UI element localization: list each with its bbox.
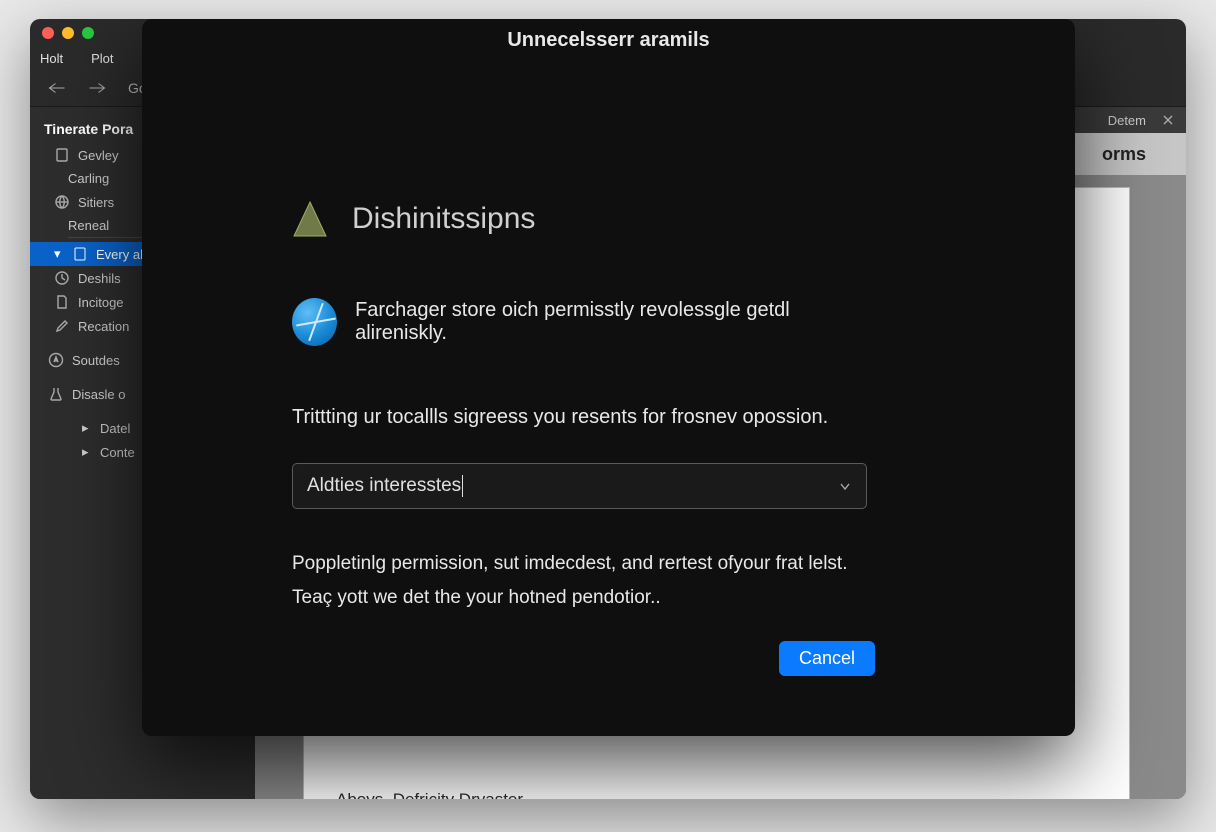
cancel-button[interactable]: Cancel bbox=[779, 641, 875, 676]
dialog-title: Unnecelsserr aramils bbox=[142, 19, 1075, 60]
permissions-dialog: Unnecelsserr aramils Dishinitssipns Farc… bbox=[142, 19, 1075, 736]
dialog-instruction: Trittting ur tocallls sigreess you resen… bbox=[292, 406, 855, 429]
dialog-heading-text: Dishinitssipns bbox=[352, 202, 535, 236]
combobox-chevron bbox=[838, 479, 852, 493]
warning-triangle-icon bbox=[292, 200, 328, 238]
dialog-paragraph-1: Poppletinlg permission, sut imdecdest, a… bbox=[292, 549, 855, 579]
dialog-body: Dishinitssipns Farchager store oich perm… bbox=[142, 60, 1075, 641]
dialog-store-row: Farchager store oich permisstly revoless… bbox=[292, 298, 855, 346]
combobox-value: Aldties interesstes bbox=[307, 475, 463, 497]
dialog-store-text: Farchager store oich permisstly revoless… bbox=[355, 299, 855, 345]
interests-combobox[interactable]: Aldties interesstes bbox=[292, 463, 867, 509]
dialog-paragraph-2: Teaç yott we det the your hotned pendoti… bbox=[292, 583, 855, 613]
modal-overlay: Unnecelsserr aramils Dishinitssipns Farc… bbox=[30, 19, 1186, 799]
dialog-actions: Cancel bbox=[142, 641, 1075, 736]
chevron-down-icon bbox=[838, 479, 852, 493]
dialog-heading: Dishinitssipns bbox=[292, 200, 855, 238]
app-window: Holt Plot Gol Tinerate Pora Gevley bbox=[30, 19, 1186, 799]
safari-icon bbox=[292, 298, 337, 346]
